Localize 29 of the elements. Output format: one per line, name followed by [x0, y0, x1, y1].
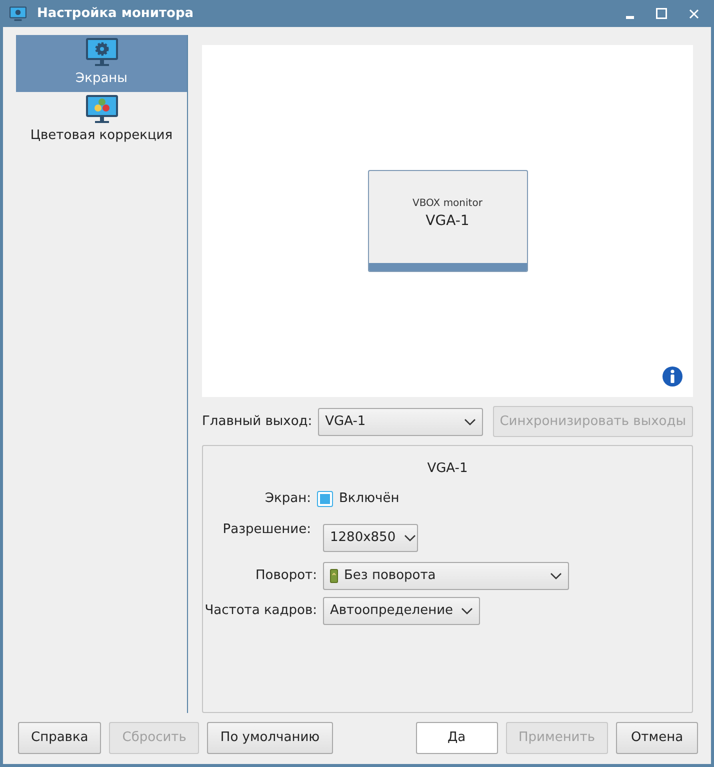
- close-icon[interactable]: [689, 8, 699, 18]
- monitor-tile[interactable]: VBOX monitor VGA-1: [368, 170, 528, 272]
- monitor-name: VGA-1: [426, 212, 470, 231]
- dialog-button[interactable]: По умолчанию: [207, 722, 333, 754]
- window-title: Настройка монитора: [37, 4, 195, 23]
- rotation-label: Поворот:: [254, 566, 318, 585]
- primary-output-label: Главный выход:: [202, 412, 312, 431]
- refresh-rate-dropdown[interactable]: Автоопределение: [323, 596, 480, 624]
- chevron-down-icon: [550, 572, 562, 580]
- sidebar-item[interactable]: Цветовая коррекция: [16, 92, 187, 149]
- resolution-label: Разрешение:: [222, 520, 312, 538]
- dialog-button[interactable]: Справка: [18, 722, 102, 754]
- monitor-model: VBOX monitor: [412, 197, 482, 211]
- dialog-button[interactable]: Да: [416, 722, 498, 754]
- dialog-button[interactable]: Отмена: [616, 722, 698, 754]
- info-icon[interactable]: [662, 366, 683, 387]
- chevron-down-icon: [461, 606, 474, 614]
- chevron-down-icon: [464, 418, 476, 426]
- rotation-dropdown[interactable]: Без поворота: [323, 562, 569, 590]
- maximize-icon[interactable]: [656, 8, 667, 19]
- primary-output-dropdown[interactable]: VGA-1: [318, 408, 484, 436]
- monitor-color-icon: [84, 94, 118, 124]
- output-title: VGA-1: [427, 460, 468, 478]
- refresh-rate-label: Частота кадров:: [204, 602, 318, 620]
- screen-label: Экран:: [264, 490, 312, 508]
- resolution-dropdown[interactable]: 1280x850: [323, 524, 418, 552]
- chevron-down-icon: [404, 534, 416, 542]
- phone-icon: [330, 568, 338, 582]
- screen-enabled-checkbox[interactable]: Включён: [317, 488, 400, 508]
